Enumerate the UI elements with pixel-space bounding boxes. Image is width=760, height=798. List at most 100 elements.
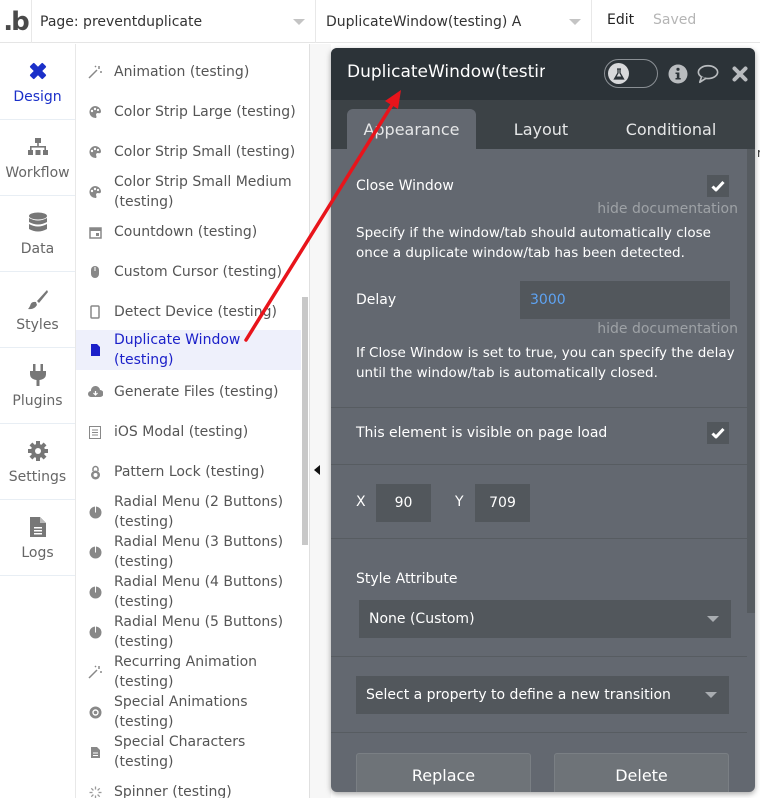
cloud-download-icon: [76, 386, 114, 398]
element-item[interactable]: Radial Menu (2 Buttons) (testing): [76, 492, 301, 532]
element-item[interactable]: Recurring Animation (testing): [76, 652, 301, 692]
save-status: Saved: [653, 12, 697, 28]
nav-workflow-label: Workflow: [5, 164, 70, 181]
close-window-doc: Specify if the window/tab should automat…: [356, 225, 711, 261]
top-bar: .b Page: preventduplicate DuplicateWindo…: [0, 0, 760, 43]
magic-wand-icon: [76, 665, 114, 679]
x-position-input[interactable]: 90: [376, 484, 431, 522]
section-divider: [331, 464, 747, 465]
target-icon: [76, 706, 114, 719]
test-mode-toggle[interactable]: [604, 59, 658, 88]
style-attribute-label: Style Attribute: [356, 571, 458, 587]
nav-settings-label: Settings: [8, 468, 67, 485]
element-item-selected[interactable]: Duplicate Window (testing): [76, 330, 301, 370]
element-item[interactable]: Generate Files (testing): [76, 382, 301, 402]
chevron-down-icon: [293, 19, 305, 25]
workflow-sitemap-icon: [26, 135, 50, 159]
document-icon: [26, 515, 50, 539]
visible-on-load-label: This element is visible on page load: [356, 425, 608, 441]
nav-workflow[interactable]: Workflow: [0, 120, 75, 196]
database-icon: [26, 211, 50, 235]
calendar-icon: [76, 226, 114, 239]
delete-button[interactable]: Delete: [554, 753, 729, 792]
element-list-scrollbar[interactable]: [302, 297, 308, 545]
transition-placeholder: Select a property to define a new transi…: [366, 687, 671, 703]
close-window-checkbox[interactable]: [707, 175, 729, 197]
plug-icon: [26, 363, 50, 387]
spinner-icon: [76, 786, 114, 798]
close-icon[interactable]: [729, 63, 751, 85]
element-item[interactable]: Color Strip Large (testing): [76, 102, 301, 122]
y-position-label: Y: [455, 494, 464, 510]
property-editor-title[interactable]: DuplicateWindow(testing): [347, 62, 545, 82]
element-item[interactable]: Special Animations (testing): [76, 692, 301, 732]
info-icon[interactable]: [667, 63, 689, 85]
pie-chart-icon: [76, 506, 114, 519]
tab-appearance[interactable]: Appearance: [347, 109, 476, 149]
palette-icon: [76, 105, 114, 119]
mouse-icon: [76, 265, 114, 279]
element-item[interactable]: Radial Menu (3 Buttons) (testing): [76, 532, 301, 572]
collapse-left-arrow-icon[interactable]: [314, 465, 320, 475]
element-item[interactable]: Custom Cursor (testing): [76, 262, 301, 282]
nav-data[interactable]: Data: [0, 196, 75, 272]
element-item[interactable]: Special Characters (testing): [76, 732, 301, 772]
replace-button[interactable]: Replace: [356, 753, 531, 792]
pie-chart-icon: [76, 546, 114, 559]
element-item[interactable]: Animation (testing): [76, 62, 301, 82]
section-divider: [331, 538, 747, 539]
element-selector-value: DuplicateWindow(testing) A: [326, 13, 522, 30]
nav-logs-label: Logs: [21, 544, 54, 561]
transition-property-dropdown[interactable]: Select a property to define a new transi…: [356, 676, 729, 714]
nav-design[interactable]: Design: [0, 44, 75, 120]
paintbrush-icon: [26, 287, 50, 311]
style-attribute-dropdown[interactable]: None (Custom): [359, 600, 731, 638]
nav-logs[interactable]: Logs: [0, 500, 75, 576]
pie-chart-icon: [76, 586, 114, 599]
page-selector[interactable]: Page: preventduplicate: [32, 0, 316, 43]
element-item[interactable]: iOS Modal (testing): [76, 422, 301, 442]
collapse-panel-strip[interactable]: [309, 44, 331, 798]
y-position-input[interactable]: 709: [475, 484, 530, 522]
visible-on-load-checkbox[interactable]: [707, 422, 729, 444]
delay-doc: If Close Window is set to true, you can …: [356, 345, 735, 381]
left-nav: Design Workflow Data Styles Plugins Sett…: [0, 44, 76, 798]
property-editor-scrollbar[interactable]: [747, 149, 755, 613]
palette-icon: [76, 185, 114, 199]
magic-wand-icon: [76, 65, 114, 79]
nav-styles[interactable]: Styles: [0, 272, 75, 348]
element-item[interactable]: Color Strip Small Medium (testing): [76, 172, 301, 212]
design-pencil-ruler-icon: [26, 59, 50, 83]
nav-settings[interactable]: Settings: [0, 424, 75, 500]
chevron-down-icon: [705, 692, 717, 698]
page-selector-value: Page: preventduplicate: [40, 13, 203, 30]
element-selector[interactable]: DuplicateWindow(testing) A: [316, 0, 592, 43]
section-divider: [331, 656, 747, 657]
delay-input[interactable]: 3000: [520, 281, 730, 319]
nav-design-label: Design: [13, 88, 62, 105]
property-editor-header[interactable]: DuplicateWindow(testing): [331, 48, 755, 100]
property-tabs: Appearance Layout Conditional: [331, 100, 755, 149]
tab-conditional[interactable]: Conditional: [611, 109, 731, 149]
comment-icon[interactable]: [697, 63, 719, 85]
pie-chart-icon: [76, 626, 114, 639]
nav-plugins-label: Plugins: [12, 392, 63, 409]
hide-documentation-link[interactable]: hide documentation: [597, 321, 738, 337]
style-attribute-value: None (Custom): [369, 611, 475, 627]
element-item[interactable]: Detect Device (testing): [76, 302, 301, 322]
element-item[interactable]: Pattern Lock (testing): [76, 462, 301, 482]
property-editor: DuplicateWindow(testing) Appearance Layo…: [331, 48, 755, 792]
element-item[interactable]: Color Strip Small (testing): [76, 142, 301, 162]
element-item[interactable]: Radial Menu (5 Buttons) (testing): [76, 612, 301, 652]
hide-documentation-link[interactable]: hide documentation: [597, 201, 738, 217]
bubble-logo[interactable]: .b: [0, 0, 32, 43]
nav-plugins[interactable]: Plugins: [0, 348, 75, 424]
element-item[interactable]: Spinner (testing): [76, 782, 301, 798]
delay-label: Delay: [356, 292, 397, 308]
x-position-label: X: [356, 494, 366, 510]
element-item[interactable]: Radial Menu (4 Buttons) (testing): [76, 572, 301, 612]
tab-layout[interactable]: Layout: [491, 109, 591, 149]
edit-mode-label[interactable]: Edit: [607, 12, 634, 28]
palette-icon: [76, 145, 114, 159]
element-item[interactable]: Countdown (testing): [76, 222, 301, 242]
